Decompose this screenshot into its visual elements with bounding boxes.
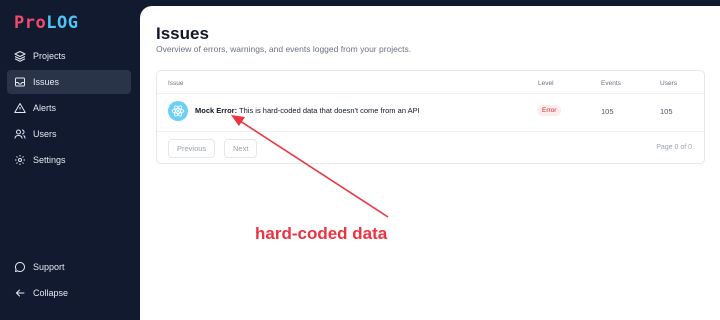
react-icon — [168, 101, 188, 121]
column-header-level[interactable]: Level — [538, 80, 554, 87]
table-divider — [157, 131, 704, 132]
page-title: Issues — [156, 24, 209, 43]
sidebar-item-label: Issues — [33, 77, 60, 87]
sidebar-item-label: Users — [33, 129, 57, 139]
issue-message: This is hard-coded data that doesn't com… — [239, 106, 420, 115]
users-count: 105 — [660, 107, 673, 116]
issue-title[interactable]: Mock Error: This is hard-coded data that… — [195, 106, 420, 115]
level-badge: Error — [537, 105, 562, 116]
sidebar-item-collapse[interactable]: Collapse — [7, 281, 131, 305]
sidebar-item-label: Projects — [33, 51, 66, 61]
sidebar-item-alerts[interactable]: Alerts — [7, 96, 131, 120]
arrow-left-icon — [15, 289, 25, 297]
main-content: Issues Overview of errors, warnings, and… — [140, 6, 720, 320]
users-icon — [14, 129, 26, 139]
sidebar-item-label: Settings — [33, 155, 66, 165]
events-count: 105 — [601, 107, 614, 116]
gear-icon — [15, 155, 25, 165]
previous-button[interactable]: Previous — [168, 139, 216, 158]
sidebar-item-issues[interactable]: Issues — [7, 70, 131, 94]
column-header-users[interactable]: Users — [660, 80, 677, 87]
warning-icon — [14, 103, 26, 113]
sidebar-item-support[interactable]: Support — [7, 255, 131, 279]
page-subtitle: Overview of errors, warnings, and events… — [156, 44, 412, 54]
sidebar-item-projects[interactable]: Projects — [7, 44, 131, 68]
sidebar-item-users[interactable]: Users — [7, 122, 131, 146]
sidebar-item-label: Support — [33, 262, 65, 272]
issue-name: Mock Error: — [195, 106, 238, 115]
app-logo[interactable]: ProLOG — [14, 12, 78, 34]
table-divider — [157, 93, 704, 94]
layers-icon — [14, 51, 26, 62]
annotation-label: hard-coded data — [255, 224, 388, 243]
sidebar-item-label: Alerts — [33, 103, 57, 113]
pagination-info: Page 0 of 0 — [656, 144, 692, 151]
sidebar: ProLOG Projects Issues Alerts Users Sett… — [0, 0, 140, 320]
sidebar-item-label: Collapse — [33, 288, 69, 298]
column-header-events[interactable]: Events — [601, 80, 621, 87]
chat-icon — [15, 262, 25, 272]
inbox-icon — [15, 77, 25, 87]
issues-table: Issue Level Events Users Mock Error: Thi… — [156, 70, 705, 164]
column-header-issue[interactable]: Issue — [168, 80, 184, 87]
next-button[interactable]: Next — [224, 139, 258, 158]
sidebar-item-settings[interactable]: Settings — [7, 148, 131, 172]
